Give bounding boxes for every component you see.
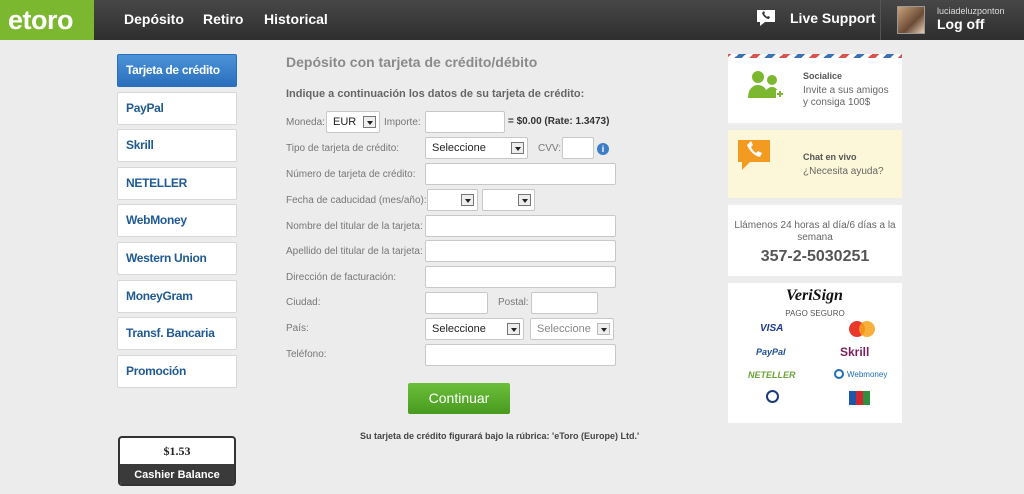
live-support-label: Live Support <box>790 10 876 26</box>
nav-retiro[interactable]: Retiro <box>203 0 243 40</box>
live-support-link[interactable]: Live Support <box>756 8 876 28</box>
address-input[interactable] <box>425 266 616 288</box>
nav-historical[interactable]: Historical <box>264 0 328 40</box>
paypal-logo: PayPal <box>756 347 786 357</box>
chat-text: ¿Necesita ayuda? <box>803 166 884 177</box>
phone-input[interactable] <box>425 344 616 366</box>
postal-label: Postal: <box>498 297 529 308</box>
moneda-label: Moneda: <box>286 117 325 128</box>
divider <box>880 0 881 40</box>
social-title: Socialice <box>803 71 843 81</box>
card-number-input[interactable] <box>425 163 616 185</box>
chevron-down-icon <box>518 194 531 206</box>
diners-club-logo <box>763 389 783 409</box>
visa-logo: VISA <box>760 323 784 334</box>
pais-label: País: <box>286 323 309 334</box>
chevron-down-icon <box>461 194 474 206</box>
social-text: Invite a sus amigos y consiga 100$ <box>803 85 889 108</box>
cvv-label: CVV: <box>538 143 561 154</box>
ciudad-label: Ciudad: <box>286 297 321 308</box>
pago-seguro: PAGO SEGURO <box>785 309 845 318</box>
etoro-logo[interactable]: etoro <box>0 0 94 40</box>
phone-number: 357-2-5030251 <box>760 248 870 265</box>
billing-note: Su tarjeta de crédito figurará bajo la r… <box>360 431 640 441</box>
sidebar-item-skrill[interactable]: Skrill <box>117 129 237 162</box>
continuar-button[interactable]: Continuar <box>408 383 510 414</box>
socialice-card[interactable]: Socialice Invite a sus amigos y consiga … <box>728 54 902 123</box>
friends-icon <box>748 71 784 98</box>
sidebar-item-paypal[interactable]: PayPal <box>117 92 237 125</box>
sidebar-item-moneygram[interactable]: MoneyGram <box>117 280 237 313</box>
tipo-tarjeta-select[interactable]: Seleccione <box>425 137 528 159</box>
call-us-card: Llámenos 24 horas al día/6 días a la sem… <box>728 205 902 276</box>
city-input[interactable] <box>425 292 488 314</box>
importe-label: Importe: <box>384 117 421 128</box>
call-us-text: Llámenos 24 horas al día/6 días a la sem… <box>734 220 896 243</box>
chat-title: Chat en vivo <box>803 152 857 162</box>
sidebar-item-neteller[interactable]: NETELLER <box>117 167 237 200</box>
logoff-link[interactable]: Log off <box>937 16 984 32</box>
last-name-input[interactable] <box>425 240 616 262</box>
jcb-logo <box>849 391 870 405</box>
page-title: Depósito con tarjeta de crédito/débito <box>286 54 538 70</box>
month-select[interactable] <box>427 189 478 211</box>
numero-label: Número de tarjeta de crédito: <box>286 169 416 180</box>
username: luciadeluzponton <box>937 6 1005 16</box>
cashier-label: Cashier Balance <box>120 464 234 484</box>
chevron-down-icon <box>511 142 524 154</box>
nombre-label: Nombre del titular de la tarjeta: <box>286 221 423 232</box>
state-value: Seleccione <box>537 323 591 335</box>
postal-input[interactable] <box>531 292 598 314</box>
direccion-label: Dirección de facturación: <box>286 272 397 283</box>
chevron-down-icon <box>363 116 376 128</box>
rate-text: = $0.00 (Rate: 1.3473) <box>508 116 610 127</box>
sidebar-item-western-union[interactable]: Western Union <box>117 242 237 275</box>
apellido-label: Apellido del titular de la tarjeta: <box>286 246 423 257</box>
telefono-label: Teléfono: <box>286 349 327 360</box>
country-select[interactable]: Seleccione <box>425 318 524 340</box>
webmoney-logo: Webmoney <box>834 369 887 379</box>
top-navigation-bar: etoro Depósito Retiro Historical Live Su… <box>0 0 1024 40</box>
verisign-logo: VeriSign <box>786 287 843 304</box>
secure-payment-card: VeriSign PAGO SEGURO VISA PayPal Skrill … <box>728 283 902 423</box>
chevron-down-icon <box>507 323 520 335</box>
country-value: Seleccione <box>432 323 486 335</box>
sidebar-item-transf-bancaria[interactable]: Transf. Bancaria <box>117 317 237 350</box>
webmoney-label: Webmoney <box>847 369 888 379</box>
sidebar-item-promocion[interactable]: Promoción <box>117 355 237 388</box>
info-icon[interactable]: i <box>597 143 609 155</box>
moneda-value: EUR <box>333 116 357 128</box>
form-instructions: Indique a continuación los datos de su t… <box>286 88 585 100</box>
cashier-amount: $1.53 <box>163 444 191 458</box>
mastercard-logo <box>849 321 875 337</box>
tipo-tarjeta-value: Seleccione <box>432 142 486 154</box>
chat-en-vivo-card[interactable]: Chat en vivo ¿Necesita ayuda? <box>728 130 902 198</box>
chat-phone-icon <box>738 140 770 170</box>
sidebar-item-webmoney[interactable]: WebMoney <box>117 204 237 237</box>
state-select[interactable]: Seleccione <box>530 318 614 340</box>
chevron-down-icon <box>597 323 610 335</box>
importe-input[interactable] <box>425 111 505 133</box>
sidebar-item-tarjeta[interactable]: Tarjeta de crédito <box>117 54 237 87</box>
moneda-select[interactable]: EUR <box>326 111 380 133</box>
avatar[interactable] <box>897 6 925 34</box>
cashier-balance-box: $1.53 Cashier Balance <box>118 436 236 486</box>
chat-bubble-icon <box>757 10 775 26</box>
nav-deposito[interactable]: Depósito <box>124 0 184 40</box>
first-name-input[interactable] <box>425 215 616 237</box>
year-select[interactable] <box>482 189 535 211</box>
neteller-logo: NETELLER <box>748 370 796 380</box>
cvv-input[interactable] <box>562 137 594 159</box>
tipo-label: Tipo de tarjeta de crédito: <box>286 143 400 154</box>
skrill-logo: Skrill <box>840 345 870 359</box>
fecha-label: Fecha de caducidad (mes/año): <box>286 195 427 206</box>
